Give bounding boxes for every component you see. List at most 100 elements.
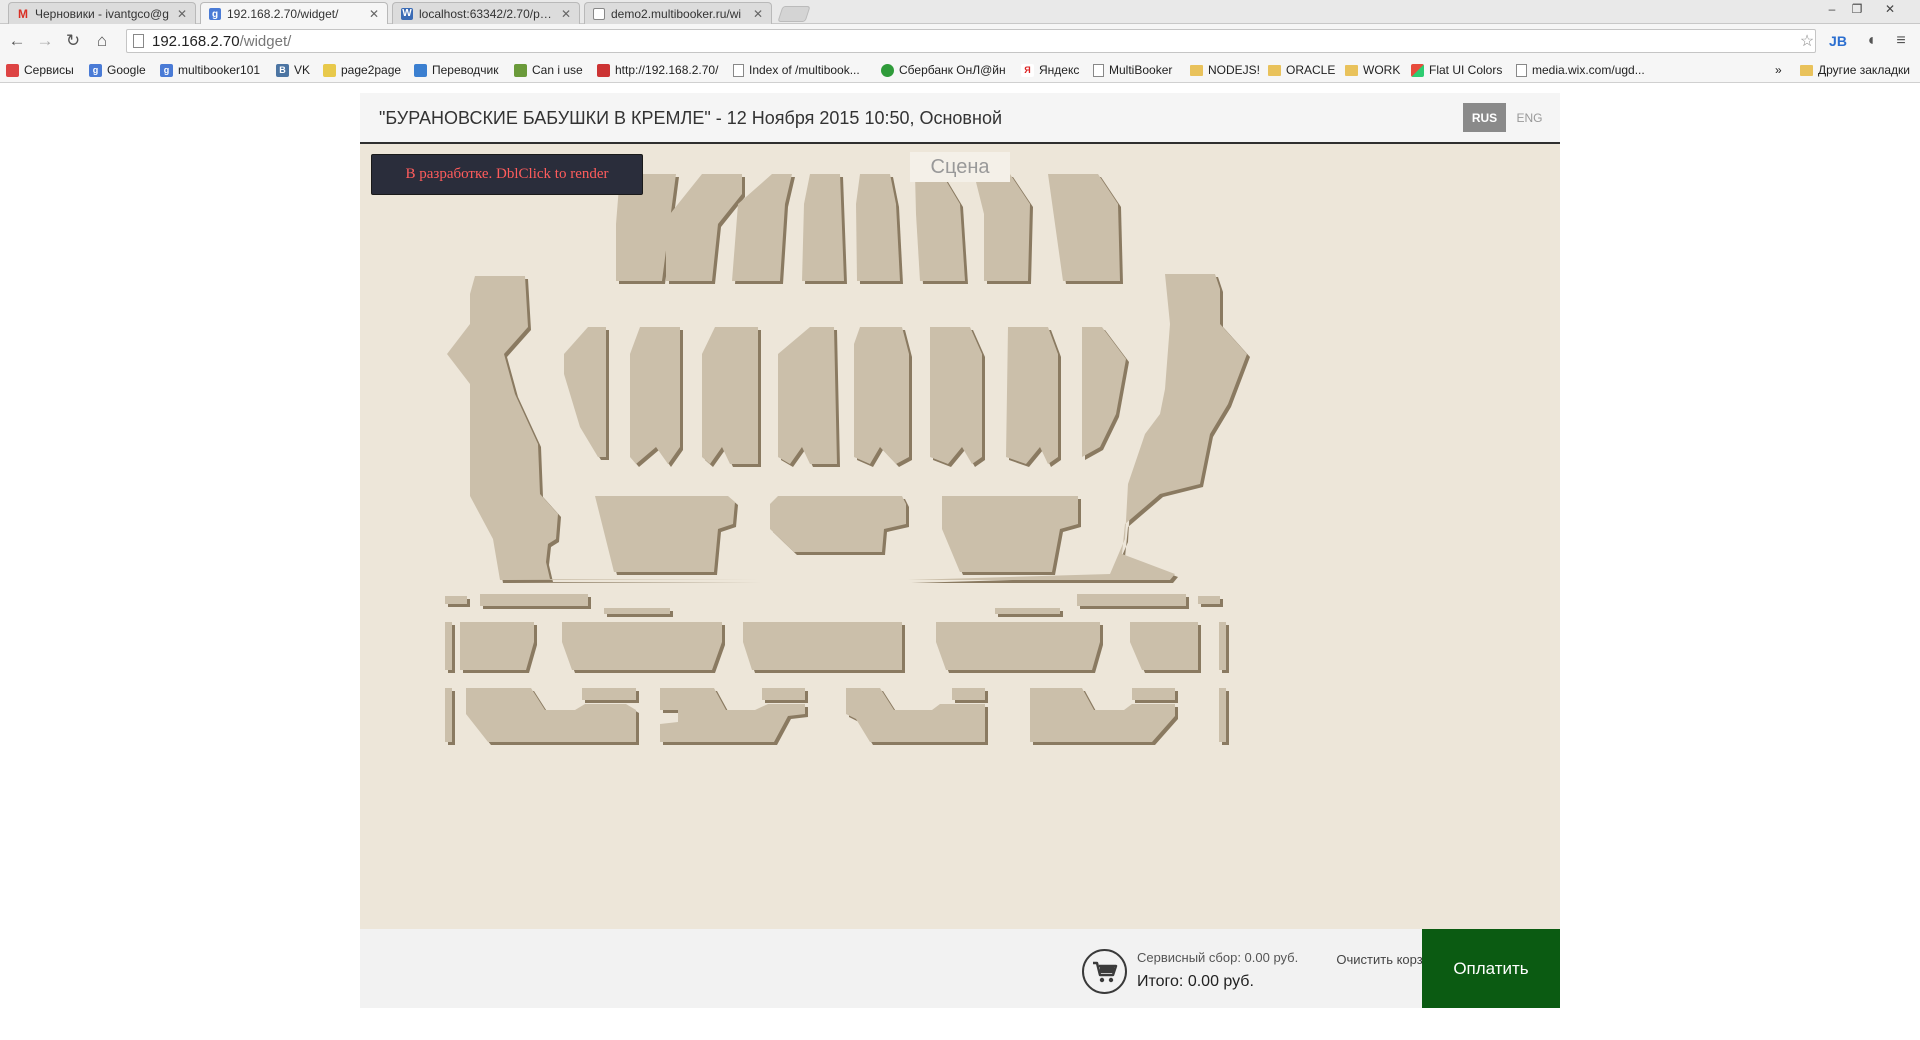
bookmark-folder-work[interactable]: WORK bbox=[1345, 62, 1400, 78]
address-bar[interactable]: 192.168.2.70/widget/ bbox=[126, 29, 1816, 53]
bookmark-label: Сбербанк ОнЛ@йн bbox=[899, 63, 1006, 77]
pay-button[interactable]: Оплатить bbox=[1422, 929, 1560, 1008]
page-icon bbox=[593, 7, 605, 20]
folder-icon bbox=[1800, 64, 1813, 76]
bookmark-local-site[interactable]: http://192.168.2.70/ bbox=[597, 62, 718, 78]
sector-strip-2[interactable] bbox=[480, 594, 588, 606]
bookmark-label: NODEJS! bbox=[1208, 63, 1261, 77]
bookmark-caniuse[interactable]: Can i use bbox=[514, 62, 583, 78]
sector-side-right-2[interactable] bbox=[1219, 688, 1226, 742]
forward-icon[interactable]: → bbox=[35, 31, 55, 51]
sector-balcony-2[interactable] bbox=[666, 174, 742, 281]
sector-parterre-14[interactable] bbox=[952, 688, 985, 700]
google-icon: g bbox=[209, 8, 221, 20]
hall-map bbox=[445, 174, 1250, 745]
bookmark-sberbank[interactable]: Сбербанк ОнЛ@йн bbox=[881, 62, 1006, 78]
sector-parterre-16[interactable] bbox=[1132, 688, 1175, 700]
lang-rus-button[interactable]: RUS bbox=[1463, 103, 1506, 132]
bookmark-google[interactable]: g Google bbox=[89, 62, 146, 78]
bookmark-yandex[interactable]: Я Яндекс bbox=[1021, 62, 1079, 78]
sector-amphi-8[interactable] bbox=[1082, 327, 1126, 457]
sector-amphi-3[interactable] bbox=[702, 327, 758, 464]
sector-balcony-6[interactable] bbox=[915, 174, 965, 281]
new-tab-button[interactable] bbox=[777, 6, 811, 22]
sector-strip-5[interactable] bbox=[1077, 594, 1186, 606]
sector-parterre-10[interactable] bbox=[582, 688, 636, 700]
close-icon[interactable]: ✕ bbox=[561, 7, 571, 21]
sector-balcony-4[interactable] bbox=[802, 174, 844, 281]
browser-tab-localhost[interactable]: W localhost:63342/2.70/publ ✕ bbox=[392, 2, 580, 24]
sector-parterre-8[interactable] bbox=[1130, 622, 1198, 670]
bookmark-services[interactable]: Сервисы bbox=[6, 62, 74, 78]
bookmark-folder-nodejs[interactable]: NODEJS! bbox=[1190, 62, 1260, 78]
seating-hall: В разработке. DblClick to render Сцена bbox=[360, 144, 1560, 929]
gmail-icon: M bbox=[18, 6, 28, 21]
back-icon[interactable]: ← bbox=[7, 31, 27, 51]
cart-icon[interactable] bbox=[1082, 949, 1127, 994]
sector-amphi-6[interactable] bbox=[930, 327, 982, 464]
dev-notice[interactable]: В разработке. DblClick to render bbox=[371, 154, 643, 195]
sector-amphi-2[interactable] bbox=[630, 327, 680, 464]
widget-header: "БУРАНОВСКИЕ БАБУШКИ В КРЕМЛЕ" - 12 Нояб… bbox=[360, 93, 1560, 144]
sector-side-right[interactable] bbox=[1219, 622, 1226, 670]
bookmark-other[interactable]: Другие закладки bbox=[1800, 62, 1910, 78]
sector-parterre-6[interactable] bbox=[743, 622, 902, 670]
page-icon bbox=[1093, 63, 1104, 77]
page-icon bbox=[733, 63, 744, 77]
bookmarks-overflow[interactable]: » bbox=[1775, 62, 1782, 78]
browser-tab-widget[interactable]: g 192.168.2.70/widget/ ✕ bbox=[200, 2, 388, 25]
extension-icon[interactable]: ◖ bbox=[1860, 31, 1882, 51]
sector-side-left-2[interactable] bbox=[445, 688, 452, 742]
close-icon[interactable]: ✕ bbox=[753, 7, 763, 21]
google-icon: g bbox=[160, 63, 173, 77]
sector-strip-4[interactable] bbox=[995, 608, 1060, 614]
bookmark-label: Переводчик bbox=[432, 63, 499, 77]
bookmark-wix[interactable]: media.wix.com/ugd... bbox=[1516, 62, 1645, 78]
sector-parterre-4[interactable] bbox=[460, 622, 534, 670]
sector-strip-1[interactable] bbox=[445, 596, 467, 604]
folder-icon bbox=[1345, 64, 1358, 76]
webstorm-icon: W bbox=[401, 7, 413, 20]
sector-parterre-1[interactable] bbox=[595, 496, 735, 572]
sector-amphi-5[interactable] bbox=[854, 327, 909, 464]
reload-icon[interactable]: ↻ bbox=[63, 31, 83, 51]
browser-tab-demo2[interactable]: demo2.multibooker.ru/wi ✕ bbox=[584, 2, 772, 24]
menu-icon[interactable]: ≡ bbox=[1890, 31, 1912, 51]
sector-amphi-4[interactable] bbox=[778, 327, 837, 464]
sector-side-left[interactable] bbox=[445, 622, 452, 670]
sector-parterre-7[interactable] bbox=[936, 622, 1100, 670]
sector-strip-3[interactable] bbox=[604, 608, 670, 614]
close-window-icon[interactable]: ✕ bbox=[1878, 0, 1902, 18]
vk-icon: B bbox=[276, 63, 289, 77]
sector-parterre-5[interactable] bbox=[562, 622, 722, 670]
bookmark-label: Index of /multibook... bbox=[749, 63, 860, 77]
close-icon[interactable]: ✕ bbox=[177, 7, 187, 21]
close-icon[interactable]: ✕ bbox=[369, 7, 379, 21]
caniuse-icon bbox=[514, 63, 527, 77]
sector-strip-6[interactable] bbox=[1198, 596, 1220, 604]
minimize-icon[interactable]: – bbox=[1820, 0, 1844, 18]
booking-widget: "БУРАНОВСКИЕ БАБУШКИ В КРЕМЛЕ" - 12 Нояб… bbox=[360, 93, 1560, 1008]
sector-amphi-7[interactable] bbox=[1006, 327, 1058, 464]
translate-icon bbox=[414, 63, 427, 77]
bookmark-page2page[interactable]: page2page bbox=[323, 62, 401, 78]
bookmark-flatui[interactable]: Flat UI Colors bbox=[1411, 62, 1502, 78]
bookmark-folder-oracle[interactable]: ORACLE bbox=[1268, 62, 1335, 78]
sector-amphi-1[interactable] bbox=[564, 327, 606, 457]
browser-tab-gmail[interactable]: M Черновики - ivantgco@g ✕ bbox=[8, 2, 196, 24]
star-icon[interactable]: ☆ bbox=[1796, 31, 1818, 51]
bookmark-label: page2page bbox=[341, 63, 402, 77]
sector-parterre-12[interactable] bbox=[762, 688, 805, 700]
stage-label: Сцена bbox=[910, 152, 1010, 182]
url-path: /widget/ bbox=[239, 32, 292, 50]
service-fee: Сервисный сбор: 0.00 руб. bbox=[1137, 950, 1299, 965]
bookmark-vk[interactable]: B VK bbox=[276, 62, 310, 78]
lang-eng-button[interactable]: ENG bbox=[1508, 103, 1551, 132]
jetbrains-icon[interactable]: JB bbox=[1827, 31, 1849, 51]
bookmark-translate[interactable]: Переводчик bbox=[414, 62, 499, 78]
home-icon[interactable]: ⌂ bbox=[92, 31, 112, 51]
restore-icon[interactable]: ❐ bbox=[1845, 0, 1869, 18]
bookmark-index[interactable]: Index of /multibook... bbox=[733, 62, 860, 78]
bookmark-multibooker[interactable]: MultiBooker bbox=[1093, 62, 1172, 78]
bookmark-multibooker101[interactable]: g multibooker101 bbox=[160, 62, 260, 78]
